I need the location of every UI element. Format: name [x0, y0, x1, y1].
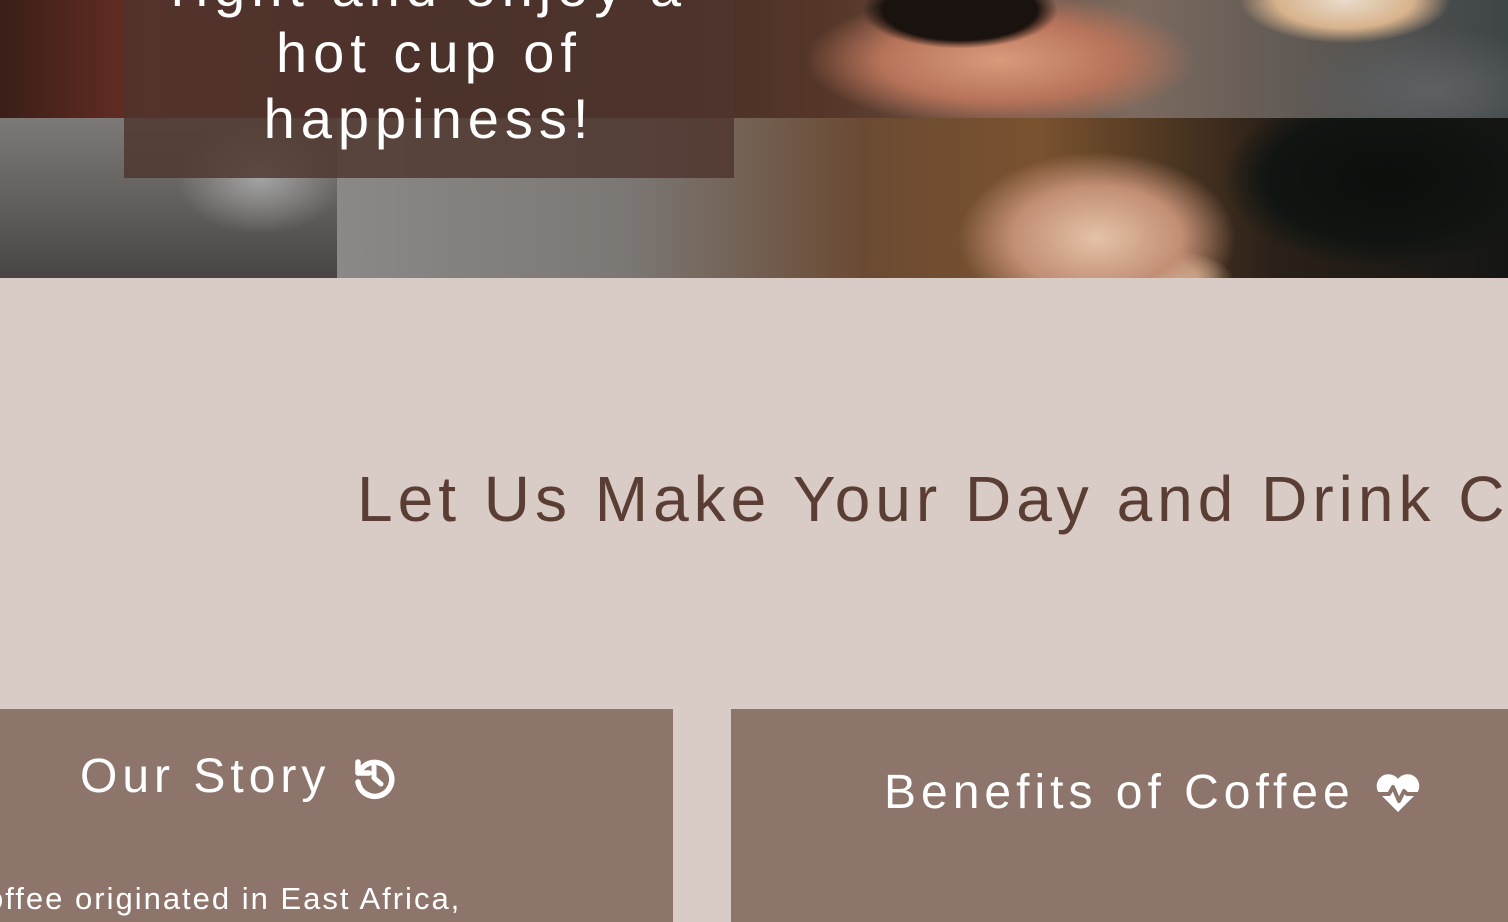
our-story-title-text: Our Story — [80, 750, 331, 803]
our-story-text: offee originated in East Africa, — [0, 881, 462, 916]
benefits-title: Benefits of Coffee — [884, 765, 1423, 820]
section-headline: Let Us Make Your Day and Drink Co — [357, 463, 1508, 535]
hero-caption-line-2: hot cup of — [276, 21, 582, 84]
our-story-card: Our Story offee originated in East Afric… — [0, 709, 673, 922]
hero-caption-line-3: happiness! — [263, 87, 595, 150]
hero-caption-line-1: right and enjoy a — [171, 0, 687, 18]
heartbeat-icon — [1373, 768, 1423, 818]
benefits-title-text: Benefits of Coffee — [884, 766, 1355, 819]
hero-collage: right and enjoy a hot cup of happiness! — [0, 0, 1508, 278]
page: right and enjoy a hot cup of happiness! … — [0, 0, 1508, 922]
history-icon — [348, 752, 398, 802]
hero-caption-box: right and enjoy a hot cup of happiness! — [124, 0, 734, 178]
our-story-title: Our Story — [80, 749, 398, 804]
benefits-card: Benefits of Coffee — [731, 709, 1508, 922]
hero-caption-text: right and enjoy a hot cup of happiness! — [124, 0, 734, 152]
